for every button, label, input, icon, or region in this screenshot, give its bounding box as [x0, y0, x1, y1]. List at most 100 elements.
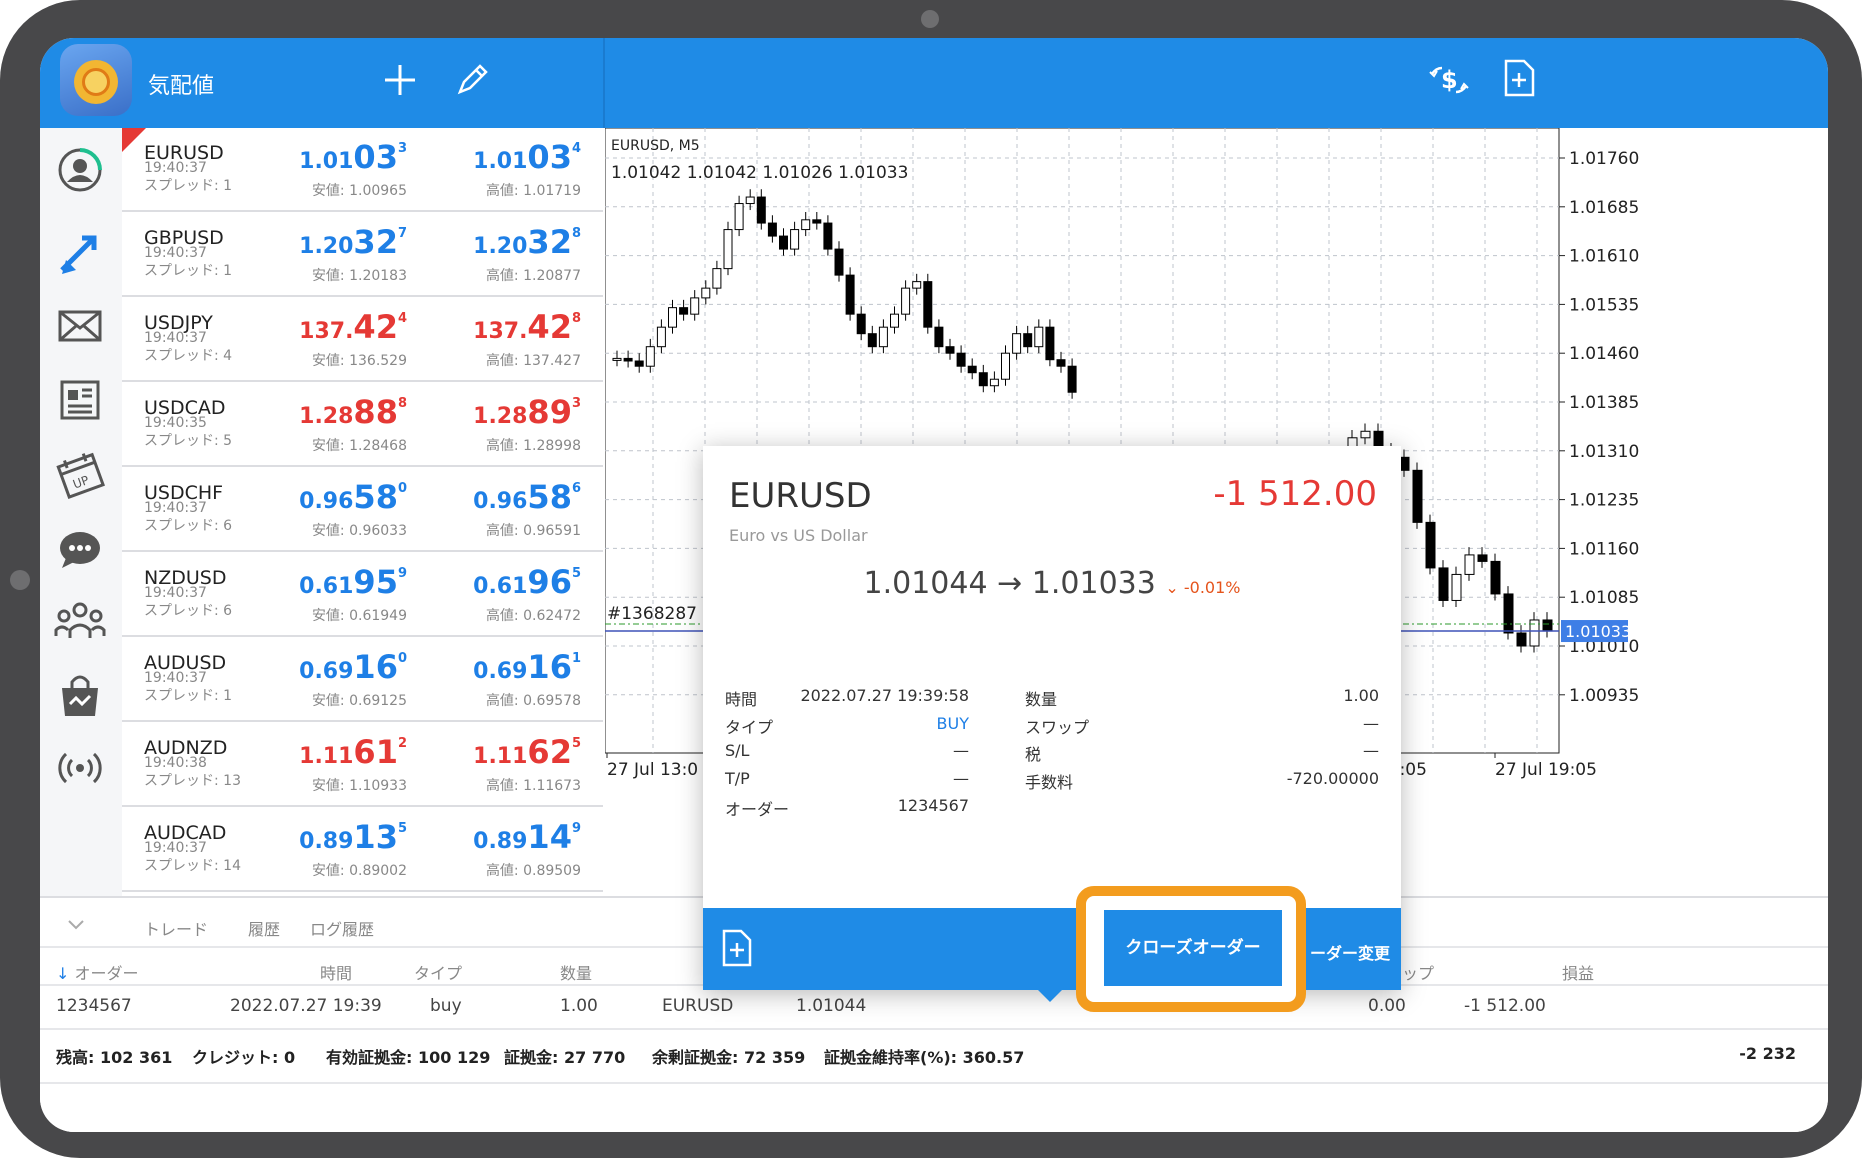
- add-symbol-icon[interactable]: [382, 62, 418, 104]
- trade-icon[interactable]: [52, 226, 108, 282]
- quote-ask[interactable]: 1.01034: [473, 138, 581, 176]
- arrow-right-icon: →: [997, 566, 1023, 601]
- quote-bid[interactable]: 137.424: [299, 308, 407, 346]
- quote-time: 19:40:37: [144, 585, 207, 601]
- candle-body: [1067, 365, 1077, 393]
- close-order-button[interactable]: クローズオーダー: [1104, 910, 1282, 986]
- row-symbol: EURUSD: [662, 996, 734, 1016]
- signals-broadcast-icon[interactable]: [52, 740, 108, 796]
- account-icon[interactable]: [52, 142, 108, 198]
- price-tick-label: 1.01460: [1569, 344, 1639, 364]
- quote-row-audcad[interactable]: AUDCAD 19:40:37 スプレッド: 14 0.89135 0.89149 安値:…: [122, 808, 603, 892]
- community-icon[interactable]: [52, 594, 108, 650]
- market-bag-icon[interactable]: [52, 668, 108, 724]
- quote-ask[interactable]: 1.28893: [473, 393, 581, 431]
- quote-row-audnzd[interactable]: AUDNZD 19:40:38 スプレッド: 13 1.11612 1.11625 安値:…: [122, 723, 603, 807]
- chart-symbol-timeframe: EURUSD, M5: [611, 138, 700, 154]
- quote-time: 19:40:37: [144, 330, 207, 346]
- quote-ask[interactable]: 0.61965: [473, 563, 581, 601]
- quote-bid[interactable]: 1.11612: [299, 733, 407, 771]
- detail-value: 1.00: [1343, 686, 1379, 705]
- quote-time: 19:40:37: [144, 840, 207, 856]
- chat-icon[interactable]: [52, 522, 108, 578]
- column-type[interactable]: タイプ: [414, 960, 462, 984]
- column-volume[interactable]: 数量: [560, 960, 592, 984]
- modify-order-button[interactable]: ーダー変更: [1310, 940, 1390, 964]
- edit-pencil-icon[interactable]: [454, 62, 490, 104]
- quote-high: 高値: 1.01719: [485, 183, 581, 199]
- dialog-description: Euro vs US Dollar: [729, 526, 868, 545]
- quote-spread: スプレッド: 4: [144, 348, 233, 364]
- news-icon[interactable]: [52, 372, 108, 428]
- candle-body: [1012, 333, 1022, 354]
- candle-body: [945, 346, 955, 354]
- tab-journal[interactable]: ログ履歴: [310, 916, 374, 940]
- tab-history[interactable]: 履歴: [248, 916, 280, 940]
- candle-body: [1023, 333, 1033, 348]
- quote-spread: スプレッド: 1: [144, 178, 233, 194]
- quote-row-gbpusd[interactable]: GBPUSD 19:40:37 スプレッド: 1 1.20327 1.20328 安値: …: [122, 213, 603, 297]
- candle-body: [1360, 430, 1371, 439]
- topbar-divider: [603, 38, 605, 128]
- quote-low: 安値: 0.96033: [311, 523, 407, 539]
- candle-body: [845, 274, 855, 315]
- detail-label: オーダー: [725, 800, 790, 819]
- detail-value: -720.00000: [1286, 768, 1379, 788]
- metatrader-logo-icon[interactable]: [60, 44, 132, 116]
- quote-bid[interactable]: 0.96580: [299, 478, 407, 516]
- quote-time: 19:40:37: [144, 500, 207, 516]
- quote-low: 安値: 0.89002: [311, 863, 407, 879]
- time-tick-label: 27 Jul 19:05: [1495, 760, 1597, 780]
- quote-row-usdcad[interactable]: USDCAD 19:40:35 スプレッド: 5 1.28888 1.28893 安値: …: [122, 383, 603, 467]
- quote-ask[interactable]: 0.69161: [473, 648, 581, 686]
- candle-body: [1045, 326, 1055, 361]
- quote-row-usdchf[interactable]: USDCHF 19:40:37 スプレッド: 6 0.96580 0.96586 安値: …: [122, 468, 603, 552]
- account-margin: 証拠金: 27 770: [504, 1048, 626, 1067]
- quote-ask[interactable]: 0.96586: [473, 478, 581, 516]
- quote-spread: スプレッド: 1: [144, 688, 233, 704]
- quote-bid[interactable]: 0.69160: [299, 648, 407, 686]
- quote-bid[interactable]: 0.61959: [299, 563, 407, 601]
- quote-ask[interactable]: 137.428: [473, 308, 581, 346]
- new-order-icon[interactable]: [1502, 58, 1536, 104]
- quote-bid[interactable]: 1.20327: [299, 223, 407, 261]
- new-order-icon[interactable]: [721, 928, 753, 972]
- quote-row-usdjpy[interactable]: USDJPY 19:40:37 スプレッド: 4 137.424 137.428 安値: …: [122, 298, 603, 382]
- detail-value: 2022.07.27 19:39:58: [800, 686, 969, 705]
- quote-bid[interactable]: 0.89135: [299, 818, 407, 856]
- account-equity: 有効証拠金: 100 129: [326, 1048, 491, 1067]
- quote-row-audusd[interactable]: AUDUSD 19:40:37 スプレッド: 1 0.69160 0.69161 安値: …: [122, 638, 603, 722]
- price-tick-label: 1.01610: [1569, 247, 1639, 267]
- quote-low: 安値: 1.20183: [311, 268, 407, 284]
- detail-label: 時間: [725, 690, 758, 709]
- detail-value: —: [1363, 713, 1379, 733]
- detail-label: 数量: [1025, 690, 1058, 709]
- candle-body: [1542, 619, 1553, 632]
- column-time[interactable]: 時間: [320, 960, 352, 984]
- account-total-profit: -2 232: [1739, 1044, 1796, 1063]
- quote-ask[interactable]: 1.20328: [473, 223, 581, 261]
- camera-dot: [921, 10, 939, 28]
- quote-ask[interactable]: 1.11625: [473, 733, 581, 771]
- candle-body: [856, 313, 866, 335]
- column-order[interactable]: ↓ オーダー: [56, 960, 139, 984]
- collapse-chevron-icon[interactable]: [66, 914, 86, 938]
- candle-body: [1001, 352, 1010, 380]
- quote-row-nzdusd[interactable]: NZDUSD 19:40:37 スプレッド: 6 0.61959 0.61965 安値: …: [122, 553, 603, 637]
- trade-dollar-icon[interactable]: $: [1428, 60, 1470, 106]
- quote-row-eurusd[interactable]: EURUSD 19:40:37 スプレッド: 1 1.01033 1.01034 安値: …: [122, 128, 603, 212]
- row-order[interactable]: 1234567: [56, 996, 132, 1016]
- quote-bid[interactable]: 1.01033: [299, 138, 407, 176]
- quote-low: 安値: 0.69125: [311, 693, 407, 709]
- quote-time: 19:40:38: [144, 755, 207, 771]
- tab-trade[interactable]: トレード: [144, 916, 208, 940]
- price-tick-label: 1.01385: [1569, 393, 1639, 413]
- mail-icon[interactable]: [52, 298, 108, 354]
- candle-body: [645, 346, 655, 367]
- calendar-icon[interactable]: UP: [52, 446, 108, 502]
- quote-bid[interactable]: 1.28888: [299, 393, 407, 431]
- detail-label: T/P: [725, 768, 750, 788]
- quote-high: 高値: 0.62472: [485, 608, 581, 624]
- quote-ask[interactable]: 0.89149: [473, 818, 581, 856]
- column-profit[interactable]: 損益: [1562, 960, 1594, 984]
